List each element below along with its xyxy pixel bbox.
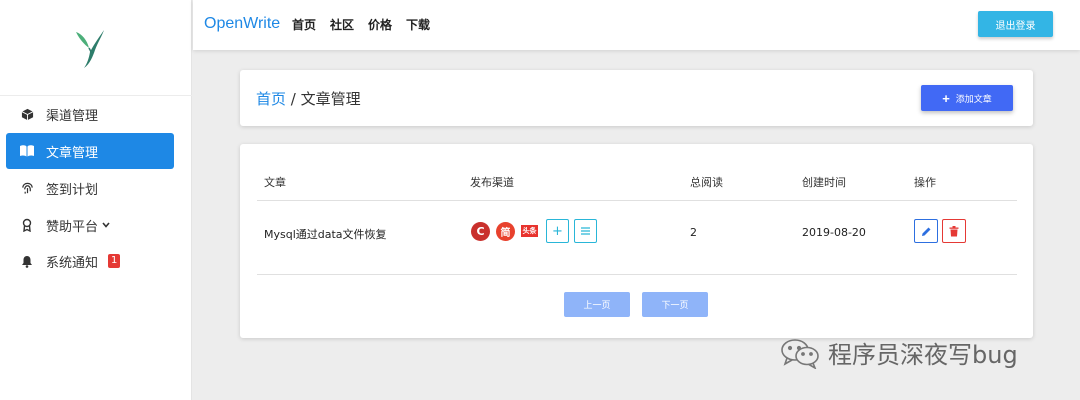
logout-button[interactable]: 退出登录: [978, 11, 1053, 37]
add-channel-button[interactable]: +: [546, 219, 569, 243]
cube-icon: [20, 107, 34, 121]
brand-name[interactable]: OpenWrite: [204, 15, 280, 33]
column-header-article: 文章: [264, 176, 286, 189]
top-nav: 首页 社区 价格 下载: [292, 16, 430, 33]
channel-csdn-icon[interactable]: C: [471, 222, 490, 241]
nav-download[interactable]: 下载: [406, 16, 430, 33]
breadcrumb-card: 首页 / 文章管理 + 添加文章: [240, 70, 1033, 126]
sidebar: 渠道管理 文章管理 签到计划 赞助平台 系统通知 1: [0, 0, 192, 400]
sidebar-item-label: 渠道管理: [46, 108, 99, 124]
header-divider: [257, 200, 1017, 201]
chevron-down-icon: [102, 222, 110, 228]
award-icon: [20, 218, 34, 232]
plus-icon: +: [942, 90, 950, 106]
trash-icon: [949, 225, 959, 236]
add-article-label: 添加文章: [955, 93, 992, 104]
plus-icon: +: [552, 223, 563, 239]
sidebar-item-checkin[interactable]: 签到计划: [6, 170, 174, 206]
column-header-actions: 操作: [914, 176, 936, 189]
nav-home[interactable]: 首页: [292, 16, 316, 33]
nav-pricing[interactable]: 价格: [368, 16, 392, 33]
notification-badge: 1: [108, 254, 121, 268]
sidebar-item-channels[interactable]: 渠道管理: [6, 96, 174, 132]
column-header-created: 创建时间: [802, 176, 846, 189]
created-date: 2019-08-20: [802, 226, 866, 239]
openwrite-logo-icon: [76, 30, 104, 68]
next-page-button[interactable]: 下一页: [642, 292, 708, 317]
fingerprint-icon: [20, 181, 34, 195]
article-title[interactable]: Mysql通过data文件恢复: [264, 226, 387, 242]
breadcrumb-home[interactable]: 首页: [256, 90, 286, 108]
sidebar-item-label: 系统通知: [46, 255, 99, 271]
nav-community[interactable]: 社区: [330, 16, 354, 33]
column-header-channels: 发布渠道: [470, 176, 514, 189]
prev-page-button[interactable]: 上一页: [564, 292, 630, 317]
channel-list-button[interactable]: [574, 219, 597, 243]
sidebar-item-notifications[interactable]: 系统通知 1: [6, 243, 174, 279]
row-divider: [257, 274, 1017, 275]
book-icon: [20, 144, 34, 158]
sidebar-item-sponsor[interactable]: 赞助平台: [6, 207, 174, 243]
watermark-text: 程序员深夜写bug: [828, 341, 1018, 369]
watermark: 程序员深夜写bug: [780, 335, 1018, 370]
breadcrumb-current: 文章管理: [300, 90, 361, 108]
breadcrumb: 首页 / 文章管理: [256, 88, 361, 109]
pencil-icon: [921, 227, 930, 236]
delete-article-button[interactable]: [942, 219, 966, 243]
sidebar-item-label: 签到计划: [46, 182, 99, 198]
article-table-card: 文章 发布渠道 总阅读 创建时间 操作 Mysql通过data文件恢复 C 简 …: [240, 144, 1033, 338]
sidebar-item-label: 文章管理: [46, 145, 99, 161]
channel-toutiao-icon[interactable]: 头条: [521, 225, 538, 237]
wechat-icon: [781, 338, 819, 369]
channel-jianshu-icon[interactable]: 简: [496, 222, 515, 241]
column-header-reads: 总阅读: [690, 176, 723, 189]
add-article-button[interactable]: + 添加文章: [921, 85, 1013, 111]
list-icon: [581, 227, 590, 235]
edit-article-button[interactable]: [914, 219, 938, 243]
breadcrumb-separator: /: [286, 90, 301, 108]
top-bar: OpenWrite 首页 社区 价格 下载 退出登录: [193, 0, 1080, 50]
bell-icon: [20, 254, 34, 268]
read-count: 2: [690, 226, 697, 239]
sidebar-item-articles[interactable]: 文章管理: [6, 133, 174, 169]
sidebar-item-label: 赞助平台: [46, 219, 99, 235]
